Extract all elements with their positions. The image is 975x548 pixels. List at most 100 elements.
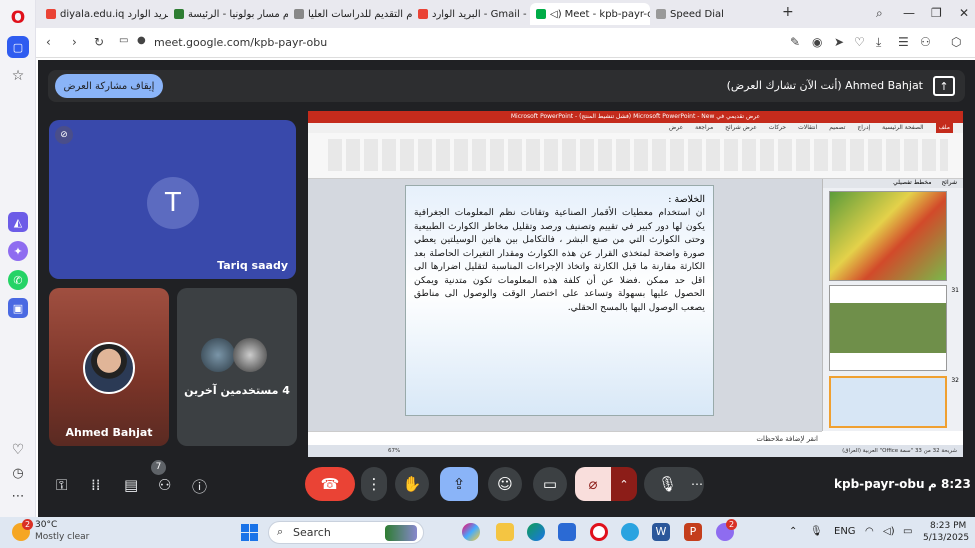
present-now-button[interactable]: ⇪ <box>440 467 478 501</box>
activities-icon[interactable]: ⁞⁞ <box>91 476 101 494</box>
clock-date[interactable]: 5/13/2025 <box>923 533 969 543</box>
more-options-button[interactable]: ⋮ <box>361 467 387 501</box>
clock-time[interactable]: 8:23 PM <box>930 521 966 531</box>
slide-number: 31 <box>951 287 959 294</box>
tray-chevron-icon[interactable]: ⌃ <box>789 526 797 537</box>
ribbon-tab[interactable]: تصميم <box>829 123 845 133</box>
tab-diyala[interactable]: diyala.edu.iq البريد الوارد - <box>40 3 168 25</box>
volume-icon[interactable]: ◁) <box>883 526 895 537</box>
search-highlight-icon <box>385 525 417 541</box>
slide-thumbnail-selected[interactable] <box>829 376 947 428</box>
camera-off-button[interactable]: ⌀ <box>575 467 611 501</box>
close-window-button[interactable]: ✕ <box>959 6 969 20</box>
zoom-level[interactable]: 67% <box>388 445 400 457</box>
ribbon-tab[interactable]: مراجعة <box>695 123 713 133</box>
wifi-icon[interactable]: ◠ <box>865 526 874 537</box>
search-tabs-icon[interactable]: ⌕ <box>876 6 883 21</box>
ribbon-tab[interactable]: عرض شرائح <box>725 123 757 133</box>
ribbon-tabs: ملف الصفحة الرئيسية إدراج تصميم انتقالات… <box>308 123 963 133</box>
microphone-tray-icon[interactable]: 🎙 <box>810 526 823 537</box>
extensions-icon[interactable]: ⬡ <box>951 35 961 49</box>
ribbon-tab[interactable]: عرض <box>669 123 683 133</box>
heart-icon[interactable]: ♡ <box>854 35 865 49</box>
ribbon-tab[interactable]: حركات <box>769 123 786 133</box>
participant-tile-tariq[interactable]: ⊘ T Tariq saady <box>49 120 296 279</box>
tab-gmail[interactable]: البريد الوارد - Gmail - .com <box>412 3 530 25</box>
audio-icon: ◁) <box>550 8 562 20</box>
url-text[interactable]: meet.google.com/kpb-payr-obu <box>154 36 327 49</box>
ribbon-tab[interactable]: إدراج <box>857 123 870 133</box>
edit-icon[interactable]: ✎ <box>790 35 800 49</box>
more-icon[interactable]: ⋯ <box>8 486 28 506</box>
send-icon[interactable]: ➤ <box>834 35 844 49</box>
download-icon[interactable]: ⤓ <box>876 35 881 50</box>
slide-thumbnail[interactable] <box>829 191 947 281</box>
tab-meet[interactable]: ◁)Meet - kpb-payr-o✕ <box>530 3 650 25</box>
tab-bologna[interactable]: نظام مسار بولونيا - الرئيسة <box>168 3 288 25</box>
panel-tab-slides[interactable]: شرائح <box>941 179 957 188</box>
history-icon[interactable]: ◷ <box>8 463 28 483</box>
ribbon-tab[interactable]: ملف <box>935 123 953 133</box>
host-controls-icon[interactable]: ⚿ <box>56 476 67 494</box>
camera-options-button[interactable]: ⌃ <box>611 467 637 501</box>
heart-icon[interactable]: ♡ <box>8 440 28 460</box>
app-icon[interactable]: ▣ <box>8 298 28 318</box>
ribbon-tab[interactable]: الصفحة الرئيسية <box>882 123 923 133</box>
chat-icon[interactable]: ▤ <box>124 476 138 494</box>
copilot-icon[interactable] <box>462 523 480 541</box>
panel-tabs: شرائح مخطط تفصيلي <box>823 179 963 188</box>
camera-icon[interactable]: ◉ <box>812 35 822 49</box>
meet-window: إيقاف مشاركة العرض Ahmed Bahjat (أنت الآ… <box>38 60 975 517</box>
slide-thumbnail[interactable] <box>829 285 947 371</box>
opera-logo-icon[interactable]: O <box>8 8 28 28</box>
reload-icon[interactable]: ↻ <box>94 35 104 49</box>
start-icon[interactable] <box>241 524 258 541</box>
captions-button[interactable]: ▭ <box>533 467 567 501</box>
people-icon[interactable]: ⚇ <box>158 476 171 494</box>
tab-speed-dial[interactable]: Speed Dial <box>650 3 770 25</box>
stop-presenting-button[interactable]: إيقاف مشاركة العرض <box>55 74 163 98</box>
meet-icon <box>536 9 546 19</box>
current-slide[interactable]: الخلاصة : ان استخدام معطيات الأقمار الصن… <box>405 185 714 416</box>
new-tab-button[interactable]: + <box>782 4 794 20</box>
opera-taskbar-icon[interactable] <box>590 523 608 541</box>
info-icon[interactable]: ⓘ <box>192 476 207 497</box>
messenger-icon[interactable]: ✦ <box>8 241 28 261</box>
raise-hand-button[interactable]: ✋ <box>395 467 429 501</box>
aria-icon[interactable]: ◭ <box>8 212 28 232</box>
participant-tile-ahmed[interactable]: Ahmed Bahjat <box>49 288 169 446</box>
menu-icon[interactable]: ☰ <box>898 35 909 49</box>
meeting-time: 8:23 م <box>928 477 971 491</box>
whatsapp-icon[interactable]: ✆ <box>8 270 28 290</box>
mic-options-icon[interactable]: ⋯ <box>691 477 703 491</box>
browser-sidebar: O ▢ ☆ ◭ ✦ ✆ ▣ ♡ ◷ ⋯ <box>0 0 36 517</box>
leave-call-button[interactable]: ☎ <box>305 467 355 501</box>
pinboard-icon[interactable]: ☆ <box>8 66 28 86</box>
others-tile[interactable]: 4 مستخدمين آخرين <box>177 288 297 446</box>
workspace-icon[interactable]: ▢ <box>7 36 29 58</box>
taskbar-search[interactable]: ⌕ Search <box>268 521 424 544</box>
maximize-button[interactable]: ❐ <box>931 6 942 20</box>
search-icon: ⌕ <box>277 525 284 538</box>
globe-icon <box>294 9 304 19</box>
store-icon[interactable] <box>558 523 576 541</box>
telegram-icon[interactable] <box>621 523 639 541</box>
profile-icon[interactable]: ⚇ <box>920 35 931 49</box>
emoji-button[interactable]: ☺ <box>488 467 522 501</box>
edge-icon[interactable] <box>527 523 545 541</box>
notes-pane[interactable]: انقر لإضافة ملاحظات <box>308 431 822 445</box>
language-indicator[interactable]: ENG <box>834 526 856 537</box>
panel-tab-outline[interactable]: مخطط تفصيلي <box>893 179 931 188</box>
ribbon-tab[interactable]: انتقالات <box>798 123 817 133</box>
microphone-button[interactable]: 🎙 ⋯ <box>644 467 704 501</box>
battery-icon[interactable]: ▭ <box>903 526 912 537</box>
word-icon[interactable]: W <box>652 523 670 541</box>
tab-graduate[interactable]: نظام التقديم للدراسات العليا <box>288 3 412 25</box>
minimize-button[interactable]: — <box>903 6 915 20</box>
site-info-icon[interactable]: ▭ <box>119 35 128 46</box>
file-explorer-icon[interactable] <box>496 523 514 541</box>
forward-icon[interactable]: › <box>72 35 77 49</box>
powerpoint-icon[interactable]: P <box>684 523 702 541</box>
back-icon[interactable]: ‹ <box>46 35 51 49</box>
avatar <box>233 338 267 372</box>
